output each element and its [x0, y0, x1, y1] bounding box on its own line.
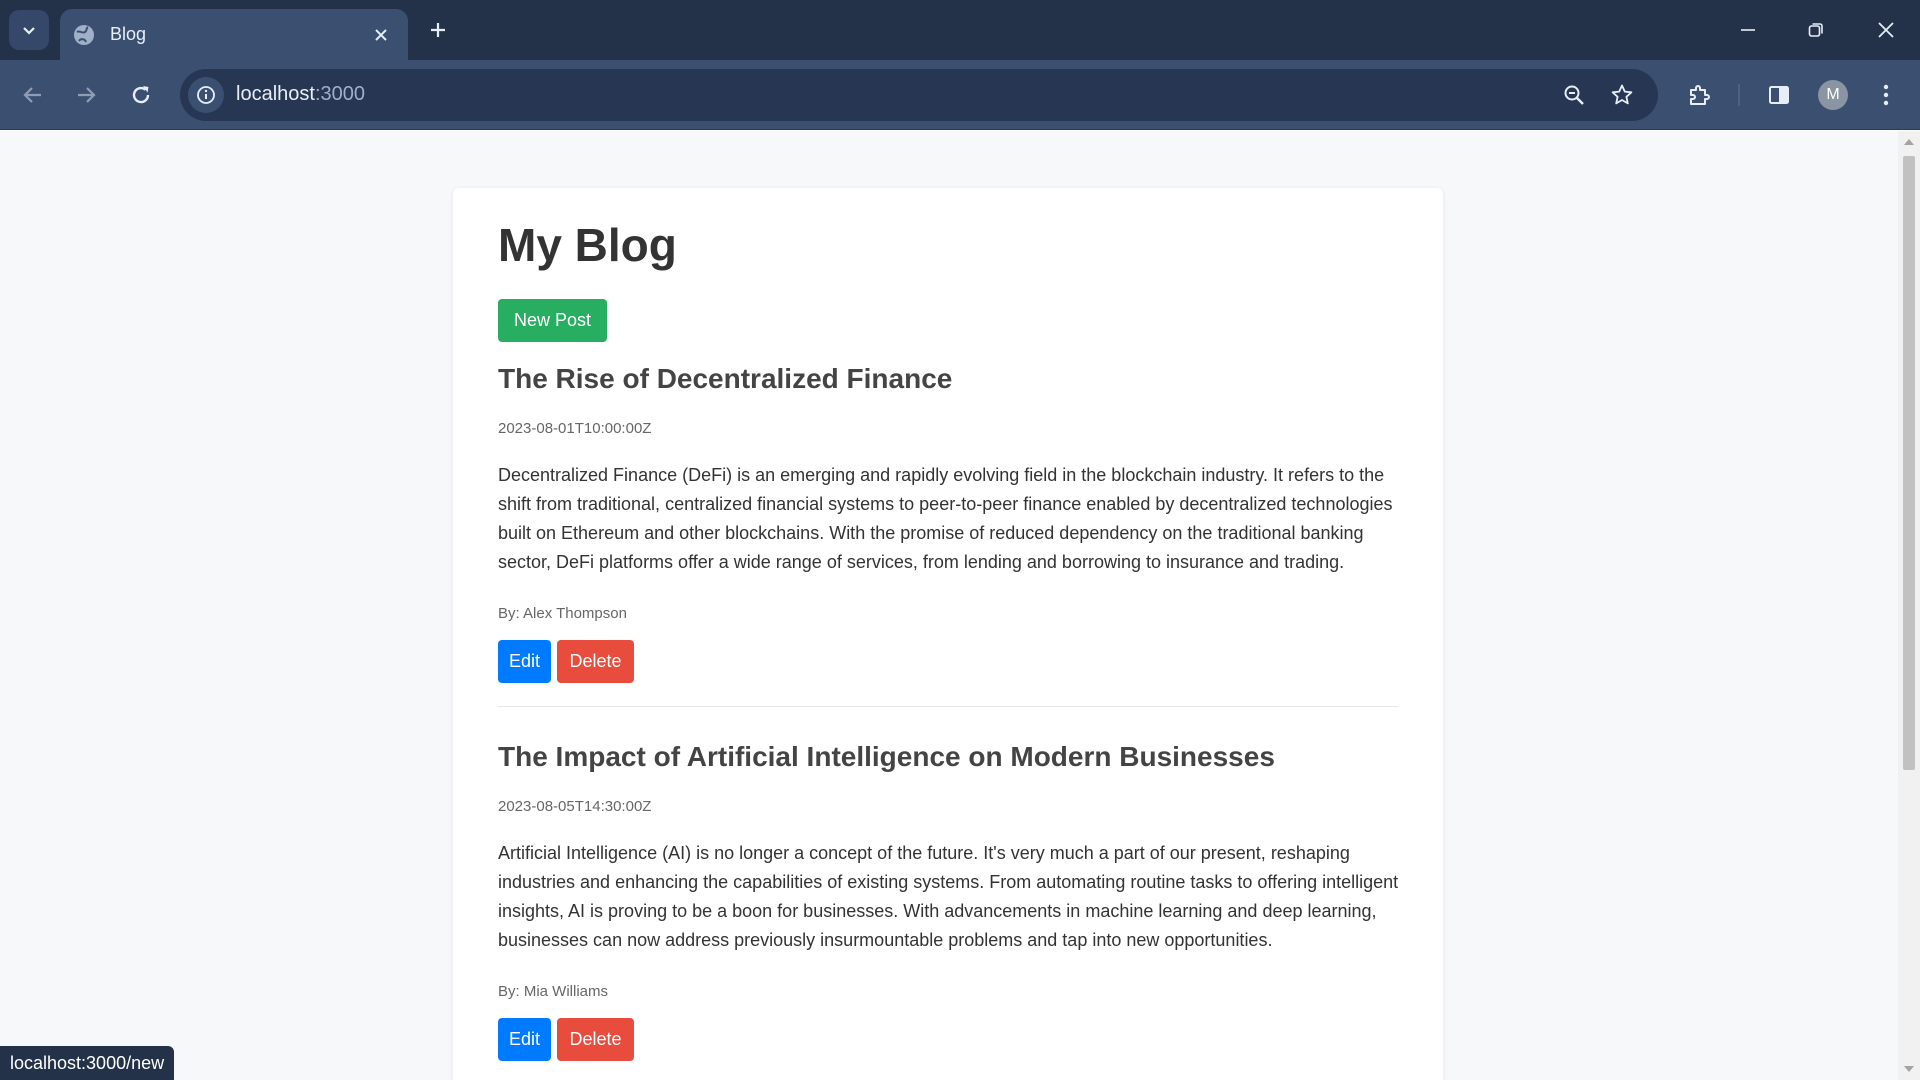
- plus-icon: [431, 23, 445, 37]
- info-icon[interactable]: [188, 77, 224, 113]
- chevron-down-icon: [23, 27, 35, 35]
- browser-menu-button[interactable]: [1866, 75, 1906, 115]
- post-item: The Rise of Decentralized Finance 2023-0…: [498, 363, 1398, 708]
- profile-button[interactable]: M: [1813, 75, 1853, 115]
- tab-blog[interactable]: Blog: [60, 9, 408, 60]
- reload-icon: [132, 86, 150, 104]
- arrow-right-icon: [78, 87, 96, 103]
- post-actions: Edit Delete: [498, 640, 1398, 684]
- post-body: Decentralized Finance (DeFi) is an emerg…: [498, 465, 1393, 573]
- browser-toolbar: localhost:3000 M: [0, 60, 1920, 130]
- restore-button[interactable]: [1788, 10, 1844, 50]
- edit-button[interactable]: Edit: [498, 640, 552, 684]
- blog-container: My Blog New Post The Rise of Decentraliz…: [453, 188, 1443, 1080]
- post-date: 2023-08-01T10:00:00Z: [498, 420, 652, 438]
- forward-button[interactable]: [66, 75, 106, 115]
- avatar: M: [1818, 80, 1848, 110]
- extensions-button[interactable]: [1679, 75, 1719, 115]
- scroll-up-arrow-icon[interactable]: [1904, 139, 1914, 145]
- side-panel-button[interactable]: [1759, 75, 1799, 115]
- star-icon[interactable]: [1606, 79, 1638, 111]
- page-viewport: My Blog New Post The Rise of Decentraliz…: [0, 131, 1898, 1080]
- post-title: The Rise of Decentralized Finance: [498, 363, 953, 395]
- tab-search-button[interactable]: [9, 10, 49, 50]
- minimize-button[interactable]: [1720, 10, 1776, 50]
- close-icon[interactable]: [366, 20, 396, 50]
- url-text: localhost:3000: [236, 83, 365, 106]
- address-bar[interactable]: localhost:3000: [180, 69, 1658, 121]
- close-icon: [1878, 22, 1894, 38]
- post-item: The Impact of Artificial Intelligence on…: [498, 741, 1398, 1080]
- post-title: The Impact of Artificial Intelligence on…: [498, 741, 1275, 773]
- post-date: 2023-08-05T14:30:00Z: [498, 798, 652, 816]
- scrollbar-thumb[interactable]: [1903, 156, 1915, 770]
- kebab-menu-icon: [1883, 84, 1889, 106]
- arrow-left-icon: [23, 87, 41, 103]
- scroll-down-arrow-icon[interactable]: [1904, 1066, 1914, 1072]
- status-bubble: localhost:3000/new: [0, 1046, 175, 1080]
- edit-button[interactable]: Edit: [498, 1018, 552, 1062]
- post-actions: Edit Delete: [498, 1018, 1398, 1062]
- restore-icon: [1808, 23, 1823, 37]
- side-panel-icon: [1769, 86, 1789, 104]
- reload-button[interactable]: [121, 75, 161, 115]
- url-port: :3000: [314, 83, 365, 105]
- new-tab-button[interactable]: [422, 14, 454, 46]
- tab-strip: Blog: [0, 0, 1920, 60]
- zoom-out-icon[interactable]: [1558, 79, 1590, 111]
- close-window-button[interactable]: [1858, 10, 1914, 50]
- post-author: By: Alex Thompson: [498, 605, 627, 623]
- minimize-icon: [1741, 29, 1755, 31]
- url-host: localhost: [236, 83, 315, 105]
- page-scrollbar[interactable]: [1898, 131, 1920, 1080]
- page-title: My Blog: [498, 219, 677, 271]
- delete-button[interactable]: Delete: [557, 1018, 634, 1062]
- globe-icon: [72, 23, 96, 47]
- post-body: Artificial Intelligence (AI) is no longe…: [498, 843, 1399, 951]
- new-post-button[interactable]: New Post: [498, 299, 608, 343]
- post-author: By: Mia Williams: [498, 983, 609, 1001]
- toolbar-divider: [1738, 84, 1740, 106]
- back-button[interactable]: [13, 75, 53, 115]
- tab-title: Blog: [110, 24, 147, 44]
- delete-button[interactable]: Delete: [557, 640, 634, 684]
- puzzle-icon: [1690, 85, 1710, 105]
